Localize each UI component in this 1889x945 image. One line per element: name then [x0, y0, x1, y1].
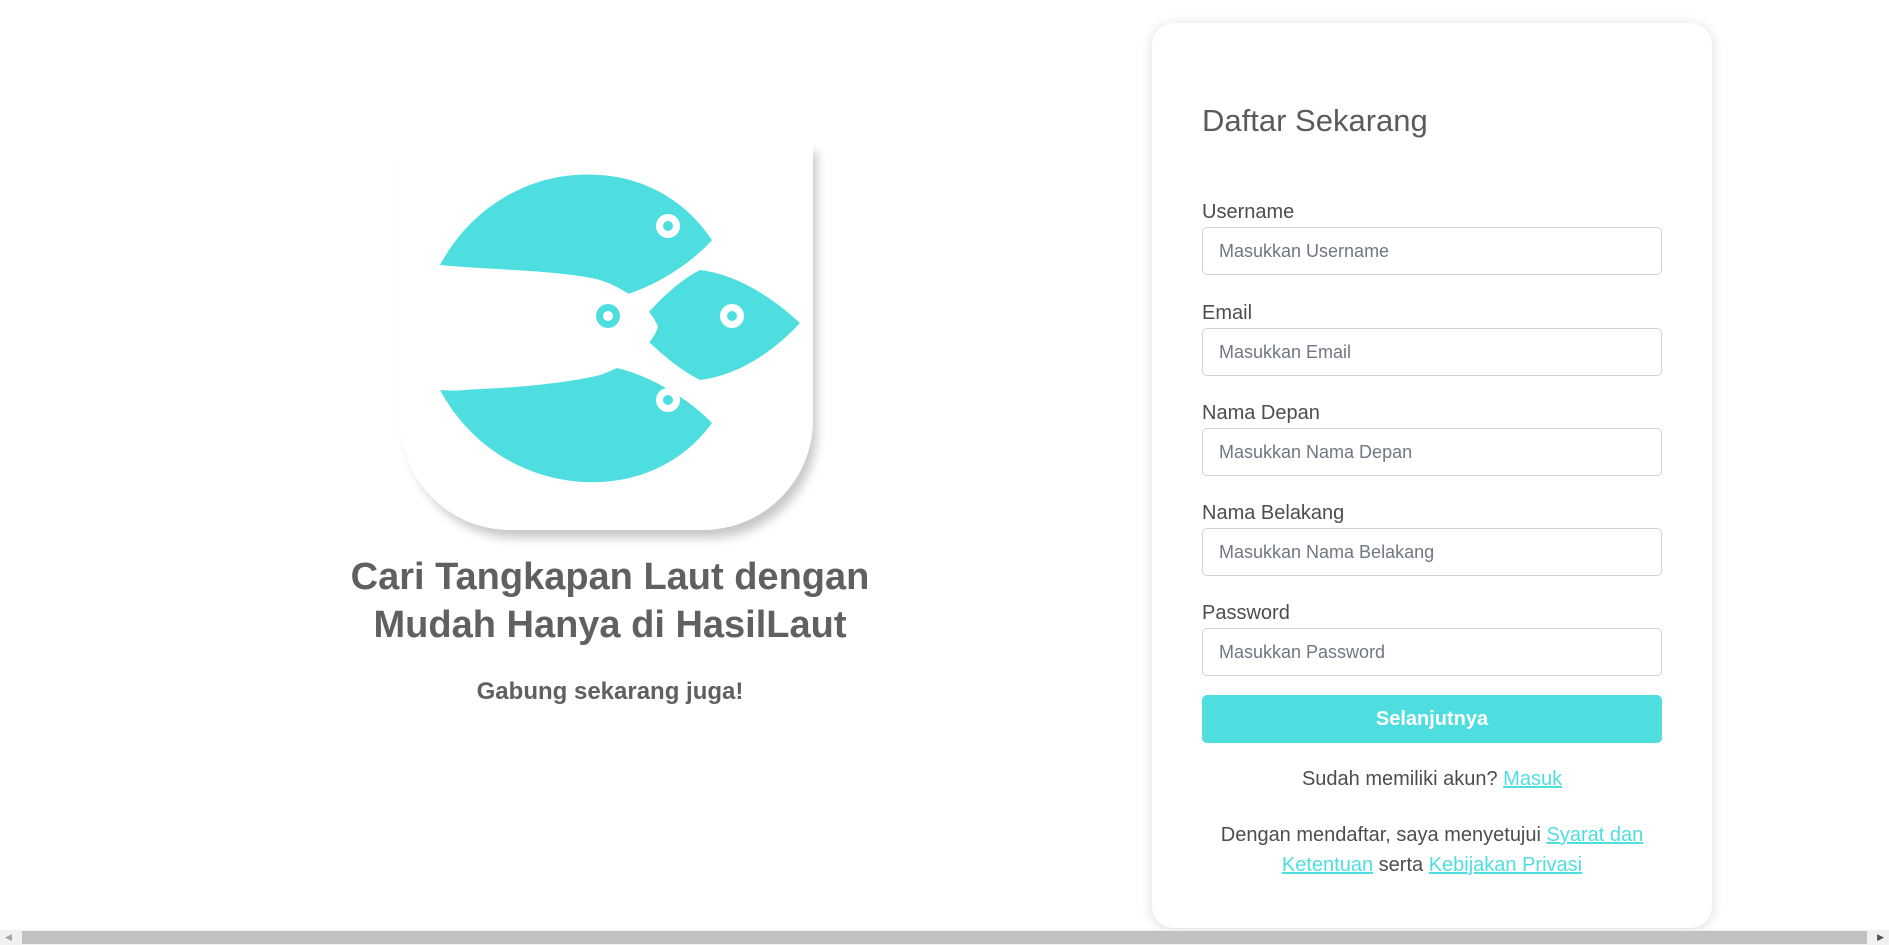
password-input[interactable]	[1202, 628, 1662, 676]
scroll-right-arrow-icon[interactable]: ▶	[1877, 932, 1884, 943]
hero-title: Cari Tangkapan Laut dengan Mudah Hanya d…	[300, 553, 920, 649]
hero-section: Cari Tangkapan Laut dengan Mudah Hanya d…	[300, 0, 920, 930]
first-name-field-group: Nama Depan	[1202, 401, 1662, 476]
scroll-left-arrow-icon[interactable]: ◀	[5, 932, 12, 943]
hero-title-line2: Mudah Hanya di HasilLaut	[373, 604, 847, 646]
scrollbar-thumb[interactable]	[22, 931, 1867, 944]
password-label: Password	[1202, 602, 1290, 624]
fish-logo-icon	[432, 174, 800, 483]
login-prompt: Sudah memiliki akun? Masuk	[1152, 768, 1712, 791]
username-field-group: Username	[1202, 200, 1662, 275]
first-name-input[interactable]	[1202, 428, 1662, 476]
password-field-group: Password	[1202, 601, 1662, 676]
email-label: Email	[1202, 302, 1253, 324]
first-name-label: Nama Depan	[1202, 402, 1320, 424]
horizontal-scrollbar[interactable]: ◀ ▶	[0, 930, 1889, 945]
terms-prefix-text: Dengan mendaftar, saya menyetujui	[1220, 824, 1541, 846]
next-button[interactable]: Selanjutnya	[1202, 695, 1662, 743]
email-field-group: Email	[1202, 301, 1662, 376]
privacy-link[interactable]: Kebijakan Privasi	[1429, 854, 1582, 876]
last-name-field-group: Nama Belakang	[1202, 501, 1662, 576]
username-label: Username	[1202, 201, 1295, 223]
email-input[interactable]	[1202, 328, 1662, 376]
terms-notice: Dengan mendaftar, saya menyetujui Syarat…	[1207, 820, 1657, 880]
login-prompt-text: Sudah memiliki akun?	[1301, 768, 1498, 790]
form-title: Daftar Sekarang	[1202, 103, 1428, 138]
username-input[interactable]	[1202, 227, 1662, 275]
login-link[interactable]: Masuk	[1503, 768, 1562, 790]
hero-subtitle: Gabung sekarang juga!	[476, 678, 744, 705]
terms-middle-text: serta	[1378, 854, 1424, 876]
last-name-label: Nama Belakang	[1202, 502, 1345, 524]
register-card: Daftar Sekarang Username Email Nama Depa…	[1152, 23, 1712, 928]
hero-title-line1: Cari Tangkapan Laut dengan	[350, 556, 870, 598]
hasillaut-logo	[400, 140, 813, 530]
last-name-input[interactable]	[1202, 528, 1662, 576]
register-page: Cari Tangkapan Laut dengan Mudah Hanya d…	[0, 0, 1889, 945]
